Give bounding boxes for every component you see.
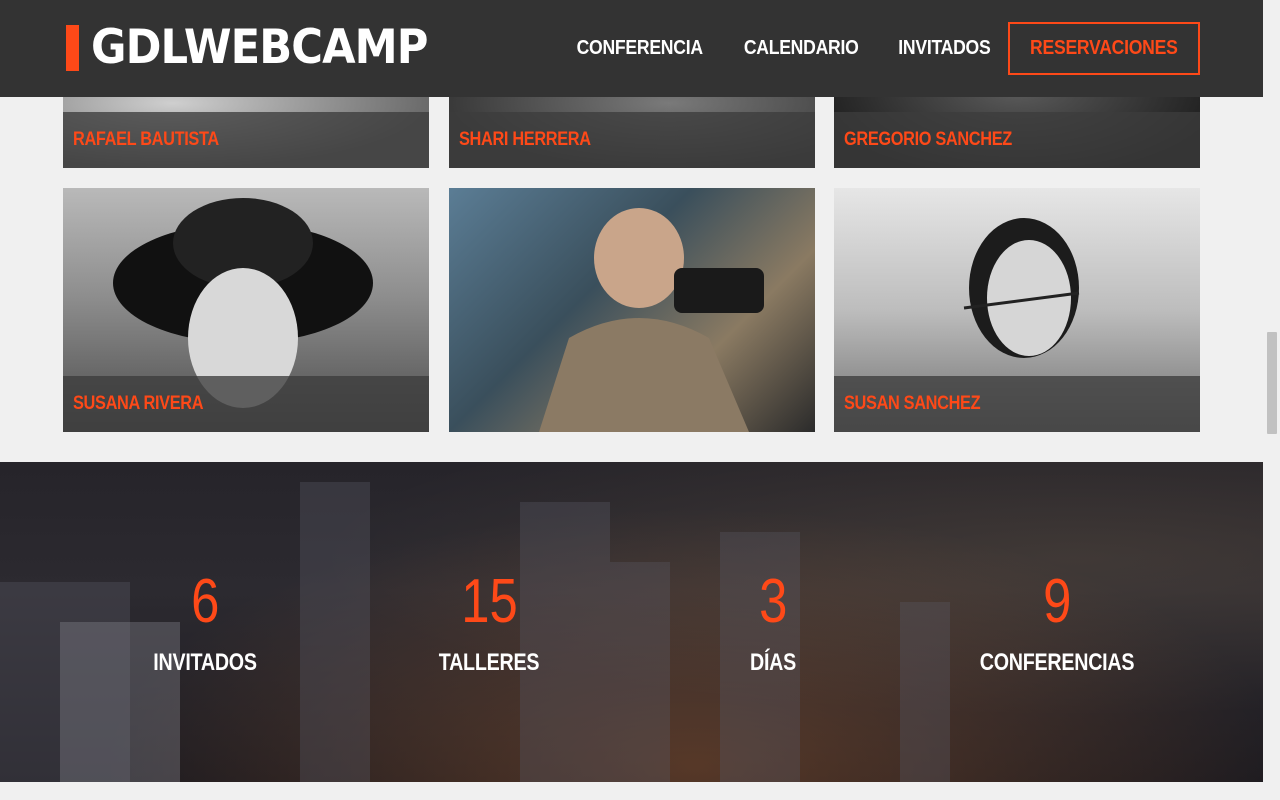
stat-conferencias: 9 CONFERENCIAS [957,567,1157,677]
stat-value: 9 [1042,567,1072,636]
nav-invitados[interactable]: INVITADOS [898,37,990,60]
stat-invitados: 6 INVITADOS [105,567,305,677]
speaker-caption: SUSANA RIVERA [63,376,429,432]
stat-label: CONFERENCIAS [979,649,1135,676]
speaker-name: SUSAN SANCHEZ [844,393,981,414]
page-scrollbar[interactable] [1263,0,1280,800]
stat-value: 15 [460,567,518,636]
stat-dias: 3 DÍAS [673,567,873,677]
scrollbar-thumb[interactable] [1267,332,1277,434]
speaker-caption: RAFAEL BAUTISTA [63,112,429,168]
speaker-caption: SHARI HERRERA [449,112,815,168]
stat-label: DÍAS [749,649,797,676]
nav-calendario[interactable]: CALENDARIO [744,37,859,60]
stat-value: 3 [758,567,788,636]
speaker-name: SUSANA RIVERA [73,393,204,414]
city-building [610,562,670,782]
stat-label: TALLERES [438,649,540,676]
city-building [900,602,950,782]
logo[interactable]: GDLWEBCAMP [66,24,457,72]
speaker-card-4[interactable]: SUSANA RIVERA [63,188,429,432]
speaker-card-6[interactable]: SUSAN SANCHEZ [834,188,1200,432]
speaker-name: GREGORIO SANCHEZ [844,129,1012,150]
nav-reservaciones-label: RESERVACIONES [1030,37,1178,59]
stat-label: INVITADOS [153,649,257,676]
speaker-photo [449,188,815,432]
stat-talleres: 15 TALLERES [389,567,589,677]
speaker-name: RAFAEL BAUTISTA [73,129,219,150]
speaker-name: SHARI HERRERA [459,129,591,150]
stat-value: 6 [190,567,220,636]
main-nav: CONFERENCIA CALENDARIO INVITADOS RESERVA… [543,22,1200,75]
logo-bar [66,25,79,71]
stats-section: 6 INVITADOS 15 TALLERES 3 DÍAS 9 CONFERE… [0,462,1263,782]
city-building [300,482,370,782]
speaker-caption: GREGORIO SANCHEZ [834,112,1200,168]
speaker-caption: SUSAN SANCHEZ [834,376,1200,432]
nav-conferencia[interactable]: CONFERENCIA [577,37,703,60]
site-header: GDLWEBCAMP CONFERENCIA CALENDARIO INVITA… [0,0,1263,97]
photographer-silhouette [539,208,764,432]
speaker-card-5[interactable] [449,188,815,432]
nav-reservaciones-button[interactable]: RESERVACIONES [1008,22,1200,75]
logo-text: GDLWEBCAMP [91,20,428,75]
